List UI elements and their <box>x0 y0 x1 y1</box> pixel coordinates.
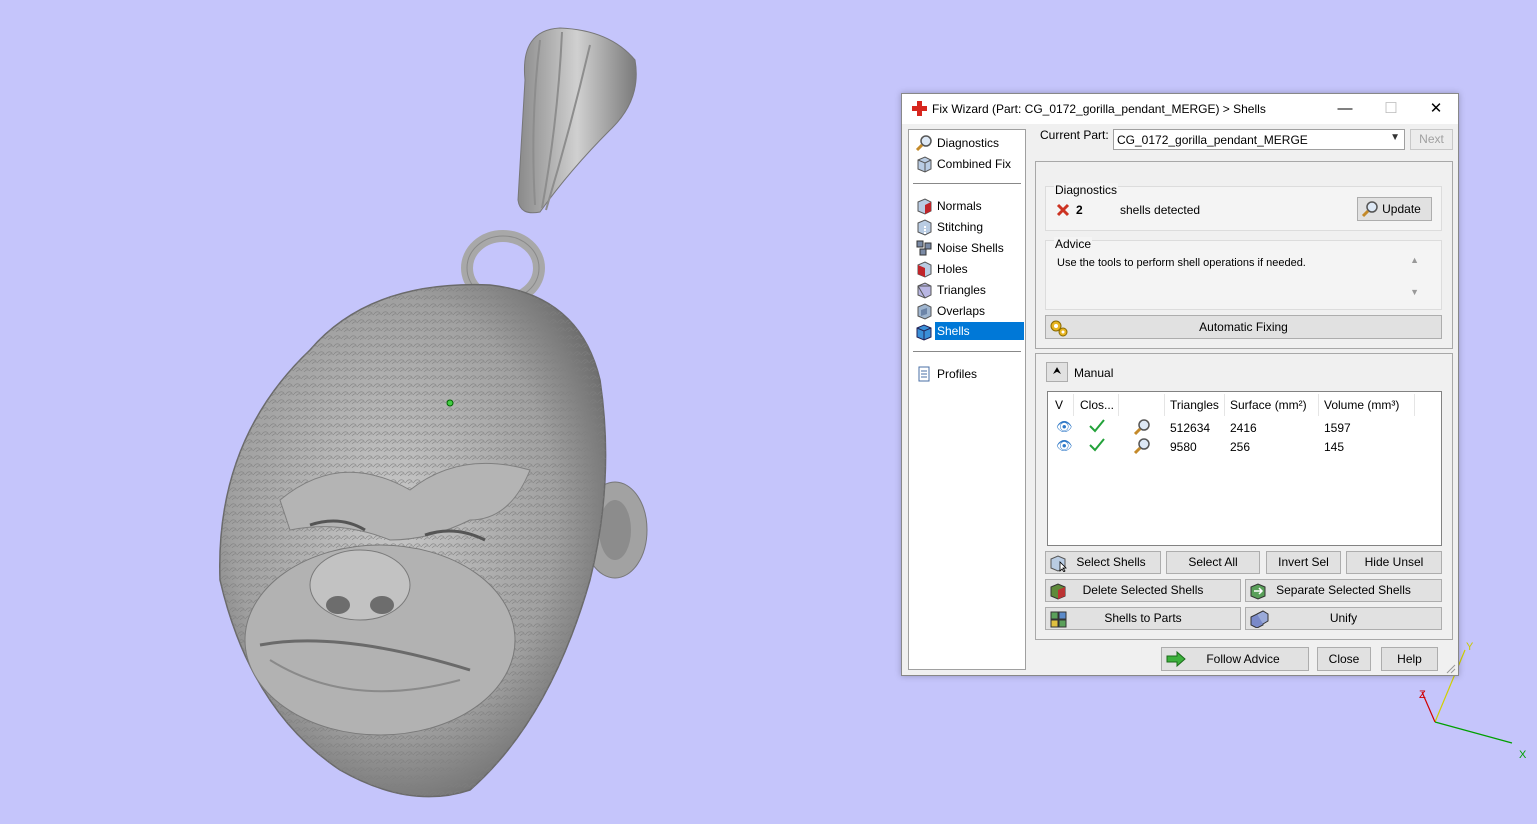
automatic-panel: Diagnostics 2 shells detected Update Adv… <box>1035 161 1453 349</box>
fix-wizard-window: Fix Wizard (Part: CG_0172_gorilla_pendan… <box>901 93 1459 676</box>
current-part-dropdown[interactable]: CG_0172_gorilla_pendant_MERGE ▼ <box>1113 129 1405 150</box>
shells-to-parts-icon <box>1050 611 1067 628</box>
cube-icon <box>917 156 932 173</box>
nav-item-holes[interactable]: Holes <box>913 259 1023 279</box>
update-button[interactable]: Update <box>1357 197 1432 221</box>
gorilla-pendant-model[interactable] <box>190 20 660 810</box>
invert-selection-button[interactable]: Invert Sel <box>1266 551 1341 574</box>
checkmark-icon <box>1089 438 1105 452</box>
nav-item-diagnostics[interactable]: Diagnostics <box>913 133 1023 153</box>
automatic-fixing-button[interactable]: Automatic Fixing <box>1045 315 1442 339</box>
delete-selected-shells-button[interactable]: Delete Selected Shells <box>1045 579 1241 602</box>
next-button[interactable]: Next <box>1410 129 1453 150</box>
collapse-manual-button[interactable]: ⮝ <box>1046 362 1068 382</box>
column-header-volume[interactable]: Volume (mm³) <box>1324 398 1399 412</box>
eye-icon[interactable]: 👁 <box>1056 419 1073 435</box>
nav-separator <box>913 183 1021 184</box>
hide-unselected-button[interactable]: Hide Unsel <box>1346 551 1442 574</box>
gears-icon <box>1050 320 1068 337</box>
separate-selected-shells-button[interactable]: Separate Selected Shells <box>1245 579 1442 602</box>
nav-item-overlaps[interactable]: Overlaps <box>913 301 1023 321</box>
row-surface: 256 <box>1230 440 1251 454</box>
green-arrow-icon <box>1166 650 1186 668</box>
table-row[interactable]: 👁 512634 2416 1597 <box>1049 418 1439 437</box>
bail-shape <box>517 27 637 214</box>
eye-icon[interactable]: 👁 <box>1056 438 1073 454</box>
nav-item-profiles[interactable]: Profiles <box>913 364 1023 384</box>
select-all-button[interactable]: Select All <box>1166 551 1260 574</box>
magnifier-icon <box>1361 201 1378 218</box>
axis-x-label: X <box>1519 749 1527 761</box>
advice-text: Use the tools to perform shell operation… <box>1057 257 1306 269</box>
separate-shells-icon <box>1250 583 1266 600</box>
close-button[interactable]: Close <box>1317 647 1371 671</box>
title-bar[interactable]: Fix Wizard (Part: CG_0172_gorilla_pendan… <box>902 94 1458 124</box>
red-x-icon <box>1056 203 1070 217</box>
row-volume: 145 <box>1324 440 1345 454</box>
nav-separator <box>913 351 1021 352</box>
shells-table[interactable]: V Clos... Triangles Surface (mm²) Volume… <box>1047 391 1442 546</box>
shells-to-parts-button[interactable]: Shells to Parts <box>1045 607 1241 630</box>
axis-y-label: Y <box>1466 641 1474 653</box>
delete-shells-icon <box>1050 583 1066 600</box>
shell-count: 2 <box>1076 203 1083 217</box>
column-header-triangles[interactable]: Triangles <box>1170 398 1219 412</box>
help-button[interactable]: Help <box>1381 647 1438 671</box>
unify-icon <box>1250 610 1269 628</box>
gorilla-head-shape <box>219 283 648 798</box>
red-cross-icon <box>912 101 927 116</box>
magnifier-icon[interactable] <box>1133 437 1151 455</box>
holes-cube-icon <box>917 261 932 278</box>
shells-detected-text: shells detected <box>1120 203 1201 217</box>
current-part-label: Current Part: <box>1040 128 1109 142</box>
column-header-visible[interactable]: V <box>1055 398 1063 412</box>
diagnostics-group: Diagnostics 2 shells detected Update <box>1045 183 1442 231</box>
close-window-button[interactable]: ✕ <box>1413 94 1459 124</box>
row-surface: 2416 <box>1230 421 1257 435</box>
shells-cube-icon <box>916 324 932 341</box>
row-triangles: 512634 <box>1170 421 1211 435</box>
column-header-surface[interactable]: Surface (mm²) <box>1230 398 1307 412</box>
triangles-cube-icon <box>917 282 932 299</box>
unify-button[interactable]: Unify <box>1245 607 1442 630</box>
maximize-button[interactable]: ☐ <box>1368 94 1414 124</box>
window-title: Fix Wizard (Part: CG_0172_gorilla_pendan… <box>932 102 1266 116</box>
noise-shells-icon <box>916 240 932 256</box>
magnifier-icon <box>915 135 932 152</box>
select-shells-button[interactable]: Select Shells <box>1045 551 1161 574</box>
advice-group: Advice Use the tools to perform shell op… <box>1045 237 1442 310</box>
magnifier-icon[interactable] <box>1133 418 1151 436</box>
scroll-up-icon[interactable]: ▲ <box>1410 255 1419 265</box>
nav-item-normals[interactable]: Normals <box>913 196 1023 216</box>
stitching-cube-icon <box>917 219 932 236</box>
checkmark-icon <box>1089 419 1105 433</box>
nav-item-combined-fix[interactable]: Combined Fix <box>913 154 1023 174</box>
fix-wizard-nav: Diagnostics Combined Fix Normals Stitchi… <box>908 129 1026 670</box>
chevron-up-icon: ⮝ <box>1052 366 1062 377</box>
chevron-down-icon: ▼ <box>1390 132 1400 143</box>
advice-text-area[interactable]: Use the tools to perform shell operation… <box>1047 255 1426 307</box>
pick-point-marker <box>446 399 454 407</box>
current-part-value: CG_0172_gorilla_pendant_MERGE <box>1117 133 1308 147</box>
column-header-closed[interactable]: Clos... <box>1080 398 1114 412</box>
overlaps-cube-icon <box>917 303 932 320</box>
normals-cube-icon <box>917 198 932 215</box>
diagnostics-heading: Diagnostics <box>1054 183 1119 197</box>
document-icon <box>918 366 930 382</box>
nav-item-shells[interactable]: Shells <box>913 322 1024 342</box>
manual-label: Manual <box>1074 366 1114 380</box>
follow-advice-button[interactable]: Follow Advice <box>1161 647 1309 671</box>
advice-heading: Advice <box>1054 237 1093 251</box>
row-volume: 1597 <box>1324 421 1351 435</box>
select-shells-icon <box>1050 555 1067 572</box>
table-row[interactable]: 👁 9580 256 145 <box>1049 437 1439 456</box>
nav-item-triangles[interactable]: Triangles <box>913 280 1023 300</box>
row-triangles: 9580 <box>1170 440 1197 454</box>
scroll-down-icon[interactable]: ▼ <box>1410 287 1419 297</box>
nav-item-stitching[interactable]: Stitching <box>913 217 1023 237</box>
nav-item-noise-shells[interactable]: Noise Shells <box>913 238 1023 258</box>
resize-grip-icon[interactable] <box>1444 662 1456 674</box>
axis-z-label: Z <box>1419 689 1426 701</box>
minimize-button[interactable]: — <box>1322 94 1368 124</box>
